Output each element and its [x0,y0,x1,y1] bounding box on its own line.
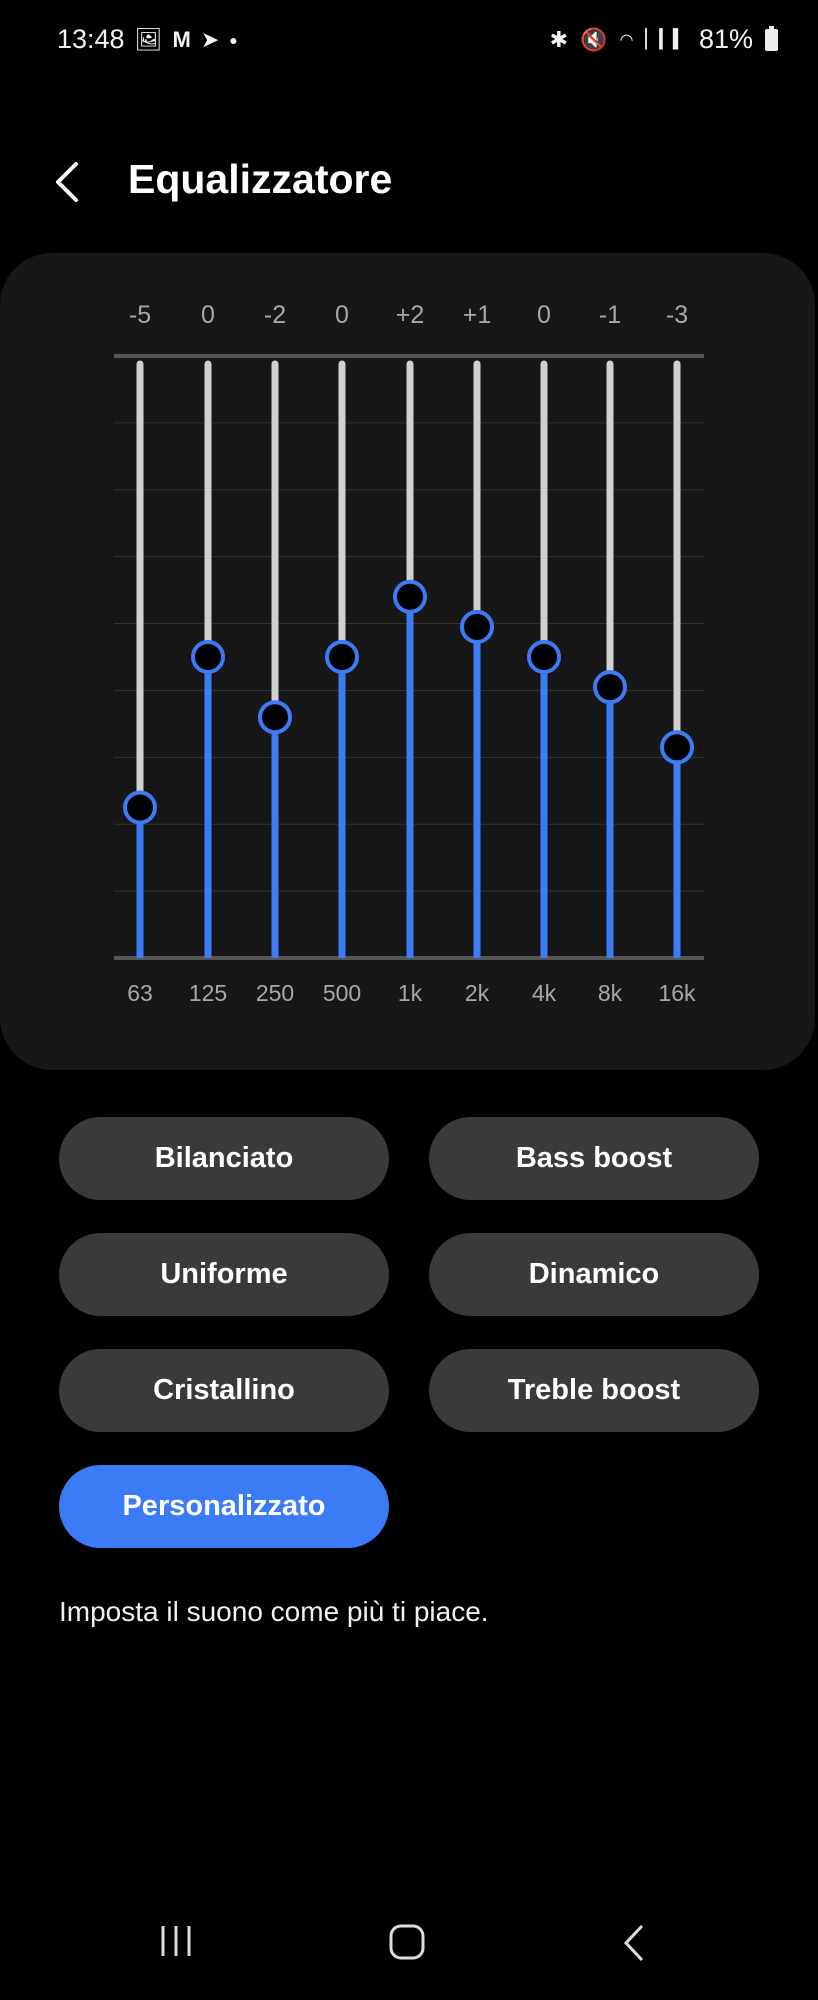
preset-button-bilanciato[interactable]: Bilanciato [59,1117,389,1200]
header: Equalizzatore [0,150,818,214]
frequency-label-4k: 4k [532,980,557,1006]
mute-icon: 🔇 [580,26,608,52]
slider-thumb-500[interactable] [325,640,359,674]
frequency-label-500: 500 [323,980,361,1006]
frequency-label-63: 63 [127,980,153,1006]
wifi-icon: ◠ [619,31,634,49]
chevron-left-icon [56,162,78,202]
telegram-icon: ➤ [200,26,220,52]
home-icon [389,1924,425,1960]
preset-button-personalizzato[interactable]: Personalizzato [59,1465,389,1548]
battery-percent: 81% [698,24,753,54]
navigation-bar [0,1915,818,1975]
slider-thumb-250[interactable] [258,700,292,735]
home-button[interactable] [387,1923,427,1966]
value-label-250: -2 [264,301,286,329]
value-label-63: -5 [129,301,151,329]
preset-button-dinamico[interactable]: Dinamico [429,1233,759,1316]
slider-thumb-1k[interactable] [393,579,427,614]
preset-button-bass-boost[interactable]: Bass boost [429,1117,759,1200]
nav-back-button[interactable] [620,1923,650,1968]
slider-thumb-4k[interactable] [527,640,561,674]
dot-icon: ● [229,31,238,48]
gallery-icon: 🖼 [134,26,163,52]
slider-thumb-2k[interactable] [460,609,494,644]
slider-thumb-8k[interactable] [593,670,627,705]
recents-icon [161,1926,191,1956]
back-button[interactable] [52,158,92,206]
frequency-label-250: 250 [256,980,294,1006]
bluetooth-icon: ✱ [549,26,569,52]
clock: 13:48 [57,24,125,54]
frequency-label-16k: 16k [658,980,696,1006]
status-bar: 13:48 🖼 M ➤ ● ✱ 🔇 ◠ ▏▎▍ 81% [0,24,818,64]
value-label-125: 0 [201,301,215,329]
value-label-500: 0 [335,301,349,329]
value-label-1k: +2 [396,301,425,329]
recents-button[interactable] [158,1923,194,1964]
slider-thumb-63[interactable] [123,790,157,825]
description: Imposta il suono come più ti piace. [59,1596,489,1627]
value-label-4k: 0 [537,301,551,329]
equalizer-chart: -5 63 0 125 -2 250 0 500 +2 1k +1 2k 0 4k -1 8k -3 16k [114,301,704,1006]
frequency-label-2k: 2k [465,980,490,1006]
preset-button-treble-boost[interactable]: Treble boost [429,1349,759,1432]
value-label-8k: -1 [599,301,621,329]
equalizer-panel: -5 63 0 125 -2 250 0 500 +2 1k +1 2k 0 4k -1 8k -3 16k [0,253,815,1070]
signal-icon: ▏▎▍ [645,29,687,49]
slider-thumb-16k[interactable] [660,730,694,765]
page-title: Equalizzatore [128,156,393,202]
frequency-label-8k: 8k [598,980,623,1006]
battery-icon [765,25,778,51]
slider-thumb-125[interactable] [191,640,225,674]
value-label-16k: -3 [666,301,688,329]
preset-button-cristallino[interactable]: Cristallino [59,1349,389,1432]
frequency-label-1k: 1k [398,980,423,1006]
gmail-icon: M [172,26,191,52]
preset-button-uniforme[interactable]: Uniforme [59,1233,389,1316]
back-icon [623,1924,644,1962]
value-label-2k: +1 [463,301,492,329]
frequency-label-125: 125 [189,980,227,1006]
